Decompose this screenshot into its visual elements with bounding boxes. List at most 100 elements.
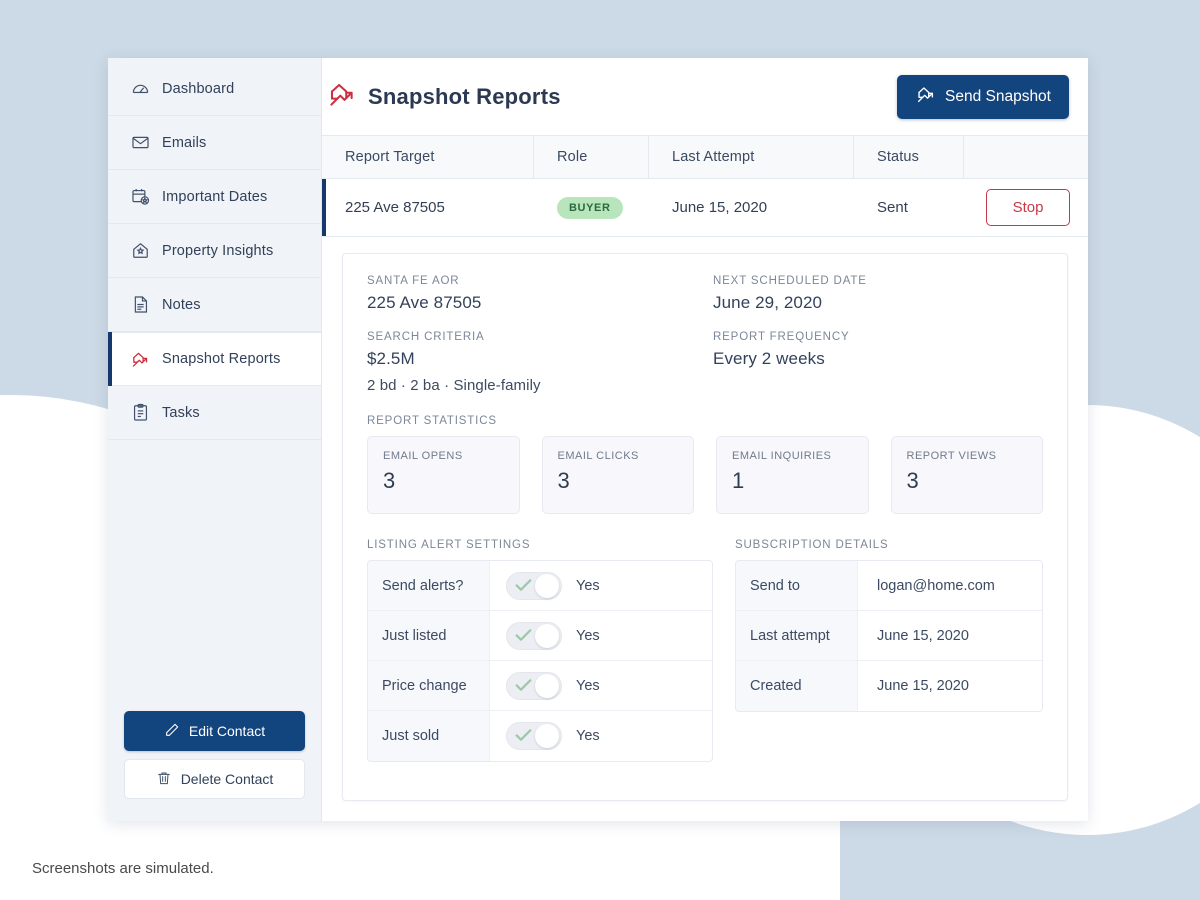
pencil-icon bbox=[164, 722, 180, 741]
toggle-knob bbox=[535, 573, 559, 598]
alert-row-state: Yes bbox=[576, 577, 600, 594]
sidebar-item-important-dates[interactable]: Important Dates bbox=[108, 170, 321, 224]
stat-value: 3 bbox=[557, 468, 570, 493]
column-header-last-attempt: Last Attempt bbox=[649, 136, 854, 178]
listing-alert-settings-section: LISTING ALERT SETTINGS Send alerts? Yes … bbox=[367, 518, 713, 762]
stat-value: 1 bbox=[732, 468, 745, 493]
listing-alert-settings-table: Send alerts? Yes Just listed Yes Price c… bbox=[367, 560, 713, 762]
check-icon bbox=[515, 628, 532, 646]
toggle-just-sold[interactable] bbox=[506, 722, 562, 750]
cell-status: Sent bbox=[877, 199, 908, 216]
alert-row-value: Yes bbox=[490, 711, 712, 761]
delete-contact-button[interactable]: Delete Contact bbox=[124, 759, 305, 799]
sidebar: Dashboard Emails Important Dates Propert… bbox=[108, 58, 322, 821]
field-value: June 29, 2020 bbox=[713, 293, 823, 312]
page-title-wrap: Snapshot Reports bbox=[326, 79, 561, 115]
sidebar-item-label: Tasks bbox=[162, 404, 200, 421]
speedometer-icon bbox=[130, 79, 150, 99]
field-value: Every 2 weeks bbox=[713, 349, 825, 368]
alert-row-state: Yes bbox=[576, 677, 600, 694]
sidebar-item-label: Dashboard bbox=[162, 80, 235, 97]
stat-label: EMAIL OPENS bbox=[383, 450, 463, 462]
report-statistics-cards: EMAIL OPENS 3 EMAIL CLICKS 3 EMAIL INQUI… bbox=[367, 436, 1043, 514]
stat-card-email-inquiries: EMAIL INQUIRIES 1 bbox=[716, 436, 869, 514]
field-label: SANTA FE AOR bbox=[367, 275, 460, 287]
field-value-secondary: 2 bd · 2 ba · Single-family bbox=[367, 377, 541, 394]
field-label: NEXT SCHEDULED DATE bbox=[713, 275, 867, 287]
stop-button[interactable]: Stop bbox=[986, 189, 1070, 226]
cell-last-attempt: June 15, 2020 bbox=[672, 199, 768, 216]
cell-role: BUYER bbox=[534, 179, 649, 236]
check-icon bbox=[515, 578, 532, 596]
alert-row-state: Yes bbox=[576, 627, 600, 644]
sidebar-item-property-insights[interactable]: Property Insights bbox=[108, 224, 321, 278]
house-arrow-icon bbox=[915, 84, 936, 110]
detail-wrap: SANTA FE AOR 225 Ave 87505 NEXT SCHEDULE… bbox=[322, 237, 1088, 821]
sidebar-item-emails[interactable]: Emails bbox=[108, 116, 321, 170]
report-statistics-label: REPORT STATISTICS bbox=[367, 415, 497, 427]
alert-row-state: Yes bbox=[576, 728, 600, 744]
field-santa-fe-aor: SANTA FE AOR 225 Ave 87505 bbox=[367, 275, 713, 313]
sidebar-item-label: Emails bbox=[162, 134, 207, 151]
calendar-star-icon bbox=[130, 187, 150, 207]
sidebar-item-label: Important Dates bbox=[162, 188, 268, 205]
sidebar-item-dashboard[interactable]: Dashboard bbox=[108, 62, 321, 116]
house-arrow-icon bbox=[326, 79, 357, 115]
delete-contact-label: Delete Contact bbox=[180, 771, 274, 787]
toggle-price-change[interactable] bbox=[506, 671, 562, 700]
page-title: Snapshot Reports bbox=[368, 83, 561, 109]
detail-fields-grid: SANTA FE AOR 225 Ave 87505 NEXT SCHEDULE… bbox=[367, 275, 1043, 394]
alert-row-value: Yes bbox=[490, 561, 712, 610]
toggle-just-listed[interactable] bbox=[506, 621, 562, 650]
edit-contact-button[interactable]: Edit Contact bbox=[124, 711, 305, 751]
list-item: Send alerts? Yes bbox=[368, 561, 712, 611]
envelope-icon bbox=[130, 133, 150, 153]
list-item: Created June 15, 2020 bbox=[736, 661, 1042, 711]
check-icon bbox=[515, 728, 532, 746]
toggle-send-alerts[interactable] bbox=[506, 571, 562, 600]
caption-text: Screenshots are simulated. bbox=[32, 860, 214, 877]
column-header-actions bbox=[964, 136, 1088, 178]
list-item: Just listed Yes bbox=[368, 611, 712, 661]
alert-row-label: Just listed bbox=[368, 611, 490, 660]
detail-panel: SANTA FE AOR 225 Ave 87505 NEXT SCHEDULE… bbox=[342, 253, 1068, 801]
sidebar-item-notes[interactable]: Notes bbox=[108, 278, 321, 332]
subscription-details-label: SUBSCRIPTION DETAILS bbox=[735, 539, 889, 551]
subscription-row-value: June 15, 2020 bbox=[877, 627, 969, 644]
cell-actions: Stop bbox=[964, 179, 1088, 236]
subscription-details-table: Send to logan@home.com Last attempt June… bbox=[735, 560, 1043, 712]
stat-card-email-clicks: EMAIL CLICKS 3 bbox=[541, 436, 694, 514]
subscription-row-value: June 15, 2020 bbox=[877, 678, 969, 694]
sidebar-item-snapshot-reports[interactable]: Snapshot Reports bbox=[108, 332, 321, 386]
house-arrow-icon bbox=[130, 349, 150, 369]
list-item: Send to logan@home.com bbox=[736, 561, 1042, 611]
document-icon bbox=[130, 295, 150, 315]
sidebar-item-tasks[interactable]: Tasks bbox=[108, 386, 321, 440]
subscription-row-label: Created bbox=[736, 661, 858, 711]
main-content: Snapshot Reports Send Snapshot Report Ta… bbox=[322, 58, 1088, 821]
stat-card-email-opens: EMAIL OPENS 3 bbox=[367, 436, 520, 514]
list-item: Price change Yes bbox=[368, 661, 712, 711]
send-snapshot-button[interactable]: Send Snapshot bbox=[896, 74, 1069, 119]
house-star-icon bbox=[130, 241, 150, 261]
table-row[interactable]: 225 Ave 87505 BUYER June 15, 2020 Sent S… bbox=[322, 179, 1088, 237]
sidebar-item-label: Notes bbox=[162, 296, 201, 313]
cell-report-target: 225 Ave 87505 bbox=[345, 199, 445, 216]
stat-label: EMAIL CLICKS bbox=[557, 450, 639, 462]
subscription-details-section: SUBSCRIPTION DETAILS Send to logan@home.… bbox=[735, 518, 1043, 762]
toggle-knob bbox=[535, 724, 559, 748]
app-window: Dashboard Emails Important Dates Propert… bbox=[108, 58, 1088, 821]
stat-label: REPORT VIEWS bbox=[906, 450, 997, 462]
subscription-row-label: Last attempt bbox=[736, 611, 858, 660]
stat-label: EMAIL INQUIRIES bbox=[732, 450, 832, 462]
field-value: $2.5M bbox=[367, 349, 415, 368]
sidebar-item-label: Snapshot Reports bbox=[162, 351, 281, 367]
alert-row-label: Just sold bbox=[368, 711, 490, 761]
subscription-row-value: logan@home.com bbox=[877, 577, 995, 594]
toggle-knob bbox=[535, 623, 559, 648]
sidebar-nav-list: Dashboard Emails Important Dates Propert… bbox=[108, 58, 321, 440]
field-label: SEARCH CRITERIA bbox=[367, 331, 485, 343]
alert-row-value: Yes bbox=[490, 611, 712, 660]
toggle-knob bbox=[535, 673, 559, 698]
